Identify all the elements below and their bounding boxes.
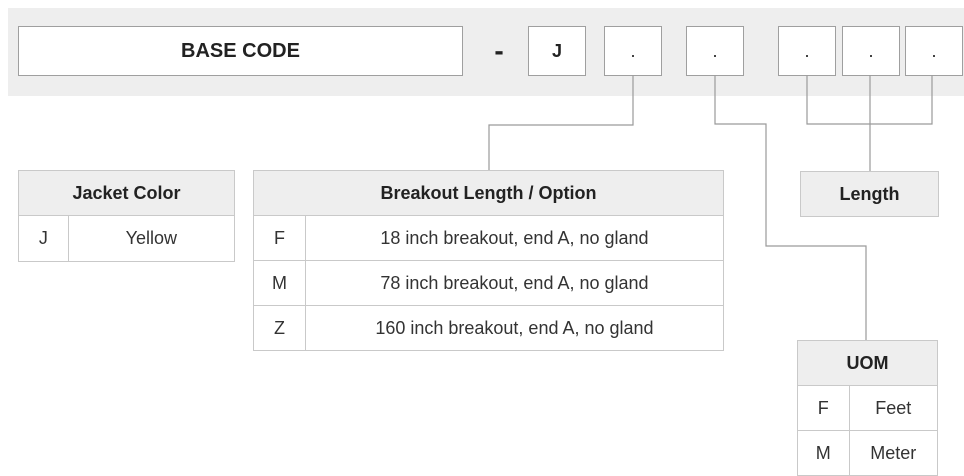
- jacket-color-header-row: Jacket Color: [18, 170, 235, 216]
- breakout-option-table: Breakout Length / Option F 18 inch break…: [253, 170, 725, 351]
- uom-header-row: UOM: [797, 340, 938, 386]
- table-row: Z 160 inch breakout, end A, no gland: [253, 305, 725, 351]
- breakout-code-cell: Z: [253, 305, 306, 351]
- jacket-color-table: Jacket Color J Yellow: [18, 170, 236, 262]
- jacket-color-description-cell: Yellow: [67, 215, 236, 262]
- uom-description-cell: Feet: [848, 385, 939, 431]
- breakout-code-cell: F: [253, 215, 306, 261]
- length-table: Length: [800, 171, 939, 217]
- uom-code-cell: F: [797, 385, 850, 431]
- jacket-color-segment: J: [528, 26, 586, 76]
- breakout-description-cell: 160 inch breakout, end A, no gland: [304, 305, 725, 351]
- table-row: M Meter: [797, 430, 939, 476]
- base-code-box: BASE CODE: [18, 26, 463, 76]
- uom-code-cell: M: [797, 430, 850, 476]
- length-header-row: Length: [800, 171, 939, 217]
- table-row: M 78 inch breakout, end A, no gland: [253, 260, 725, 306]
- jacket-color-code-cell: J: [18, 215, 69, 262]
- breakout-description-cell: 78 inch breakout, end A, no gland: [304, 260, 725, 306]
- length-segment-2: .: [842, 26, 900, 76]
- breakout-title: Breakout Length / Option: [253, 170, 724, 216]
- length-segment-1: .: [778, 26, 836, 76]
- uom-table: UOM F Feet M Meter: [797, 340, 939, 476]
- part-separator: -: [494, 35, 504, 66]
- uom-description-cell: Meter: [848, 430, 939, 476]
- breakout-option-segment: .: [604, 26, 662, 76]
- table-row: F Feet: [797, 385, 939, 431]
- length-segment-3: .: [905, 26, 963, 76]
- uom-segment: .: [686, 26, 744, 76]
- breakout-header-row: Breakout Length / Option: [253, 170, 724, 216]
- breakout-code-cell: M: [253, 260, 306, 306]
- jacket-color-title: Jacket Color: [18, 170, 235, 216]
- length-title: Length: [800, 171, 939, 217]
- table-row: J Yellow: [18, 215, 236, 262]
- breakout-description-cell: 18 inch breakout, end A, no gland: [304, 215, 725, 261]
- table-row: F 18 inch breakout, end A, no gland: [253, 215, 725, 261]
- uom-title: UOM: [797, 340, 938, 386]
